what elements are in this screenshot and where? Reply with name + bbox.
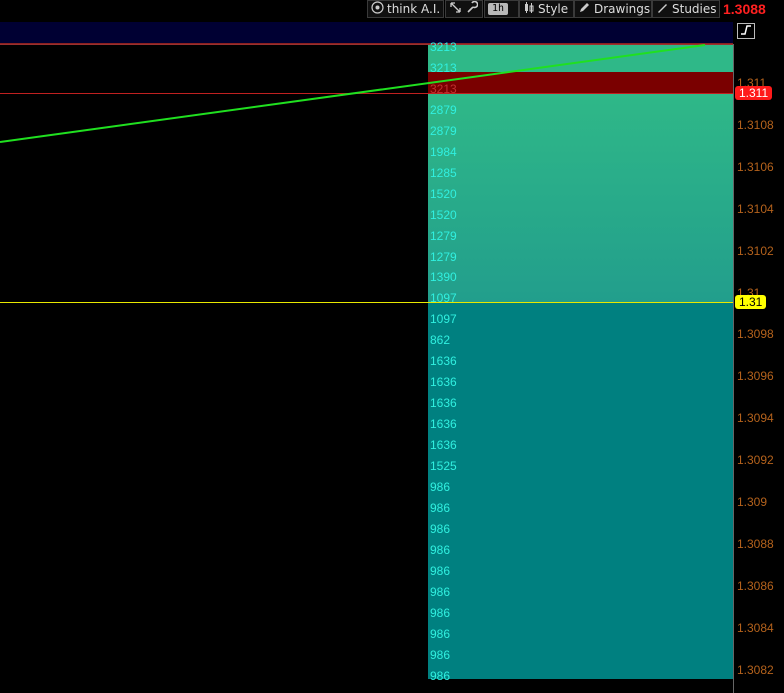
last-price: 1.3088 — [723, 1, 766, 17]
price-tick: 1.3084 — [737, 620, 774, 635]
draw-tool-icon[interactable] — [737, 23, 755, 39]
price-tick: 1.309 — [737, 495, 768, 509]
think-ai-button[interactable]: think A.I. — [367, 0, 444, 18]
price-tick: 1.3088 — [737, 536, 774, 551]
resistance-price-tag: 1.311 — [735, 86, 773, 100]
flask-icon — [656, 1, 669, 17]
chart-header-strip — [0, 22, 733, 44]
chart-area[interactable]: 3213 3213 3213 2879 2879 1984 1285 1520 1520 1279… — [0, 40, 733, 693]
price-tick: 1.3098 — [737, 327, 774, 342]
timeframe-selector[interactable]: 1h — [484, 0, 519, 18]
support-price-tag: 1.31 — [735, 295, 767, 309]
think-ai-icon — [371, 1, 384, 17]
chart-settings-button[interactable] — [445, 0, 483, 18]
studies-label: Studies — [672, 2, 717, 16]
timeframe-label: 1h — [488, 3, 509, 15]
expand-icon — [449, 1, 462, 17]
style-label: Style — [538, 2, 569, 16]
price-tick: 1.3108 — [737, 117, 774, 132]
studies-menu[interactable]: Studies — [652, 0, 720, 18]
think-ai-label: think A.I. — [387, 2, 441, 16]
drawings-menu[interactable]: Drawings — [574, 0, 652, 18]
price-tick: 1.3082 — [737, 662, 774, 677]
style-menu[interactable]: Style — [519, 0, 574, 18]
price-tick: 1.3092 — [737, 453, 774, 468]
price-tick: 1.3086 — [737, 578, 774, 593]
pencil-icon — [578, 1, 591, 17]
toolbar: think A.I. 1h Style Drawings Studies 1.3… — [0, 0, 784, 19]
price-tick: 1.3094 — [737, 411, 774, 426]
trend-line — [0, 44, 706, 143]
trend-line-layer — [0, 44, 706, 143]
price-tick: 1.3104 — [737, 201, 774, 216]
price-tick: 1.3096 — [737, 369, 774, 384]
price-tick: 1.3102 — [737, 243, 774, 258]
drawings-label: Drawings — [594, 2, 651, 16]
wrench-icon — [465, 0, 479, 17]
price-tick: 1.3106 — [737, 159, 774, 174]
candlestick-icon — [523, 1, 535, 17]
